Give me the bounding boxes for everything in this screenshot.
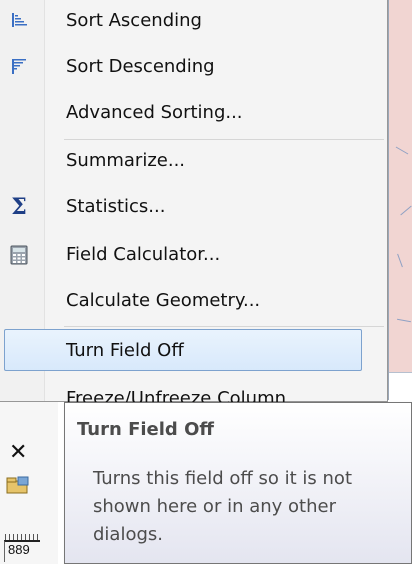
properties-icon[interactable] — [6, 476, 30, 494]
tooltip: Turn Field Off Turns this field off so i… — [64, 402, 412, 564]
menu-item-advanced-sorting[interactable]: Advanced Sorting... — [0, 92, 386, 134]
menu-item-label: Advanced Sorting... — [66, 102, 243, 123]
menu-item-label: Sort Descending — [66, 56, 215, 77]
menu-item-label: Sort Ascending — [66, 10, 202, 31]
map-background — [388, 0, 412, 401]
menu-item-statistics[interactable]: Σ Statistics... — [0, 186, 386, 228]
menu-item-summarize[interactable]: Summarize... — [0, 140, 386, 182]
sort-ascending-icon — [8, 10, 30, 32]
tooltip-title: Turn Field Off — [77, 419, 214, 440]
menu-item-sort-descending[interactable]: Sort Descending — [0, 46, 386, 88]
menu-item-label: Field Calculator... — [66, 244, 221, 265]
menu-item-label: Statistics... — [66, 196, 166, 217]
calculator-icon — [8, 244, 30, 266]
menu-separator — [64, 326, 384, 327]
menu-item-freeze-unfreeze-column[interactable]: Freeze/Unfreeze Column — [0, 384, 386, 402]
sigma-icon: Σ — [11, 194, 27, 220]
menu-item-label: Freeze/Unfreeze Column — [66, 388, 287, 402]
row-number-cell: 889 — [4, 534, 40, 562]
tooltip-body: Turns this field off so it is not shown … — [93, 468, 352, 545]
field-context-menu: Sort Ascending Sort Descending Advanced … — [0, 0, 388, 402]
sort-descending-icon — [8, 56, 30, 78]
menu-item-label: Calculate Geometry... — [66, 290, 261, 311]
menu-item-field-calculator[interactable]: Field Calculator... — [0, 234, 386, 276]
menu-item-label: Summarize... — [66, 150, 186, 171]
menu-item-sort-ascending[interactable]: Sort Ascending — [0, 0, 386, 42]
menu-item-label: Turn Field Off — [66, 340, 184, 361]
menu-item-turn-field-off[interactable]: Turn Field Off — [4, 329, 362, 371]
menu-item-calculate-geometry[interactable]: Calculate Geometry... — [0, 280, 386, 322]
delete-x-icon[interactable]: ✕ — [9, 440, 27, 465]
